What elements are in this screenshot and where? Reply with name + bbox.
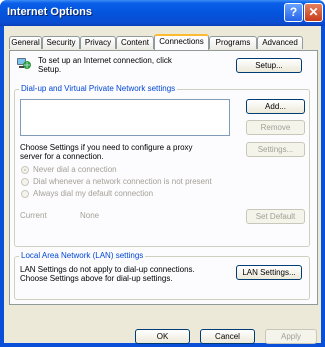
internet-options-window: Internet Options ? ✕ General Security Pr… — [0, 0, 325, 347]
tab-advanced[interactable]: Advanced — [257, 36, 303, 49]
tab-privacy[interactable]: Privacy — [80, 36, 116, 49]
current-value: None — [80, 211, 100, 220]
dial-whenever-label: Dial whenever a network connection is no… — [33, 177, 212, 186]
always-dial-label: Always dial my default connection — [33, 189, 154, 198]
connections-list[interactable] — [20, 99, 230, 136]
connections-panel: To set up an Internet connection, click … — [9, 50, 318, 305]
set-default-button[interactable]: Set Default — [246, 209, 305, 224]
remove-button[interactable]: Remove — [246, 120, 305, 135]
setup-text-line1: To set up an Internet connection, click — [38, 56, 172, 65]
setup-text-line2: Setup. — [38, 65, 62, 74]
help-button[interactable]: ? — [284, 3, 303, 22]
lan-text-line2: Choose Settings above for dial-up settin… — [20, 274, 173, 283]
never-dial-label: Never dial a connection — [33, 165, 117, 174]
tab-general[interactable]: General — [9, 36, 42, 49]
title-bar[interactable]: Internet Options ? ✕ — [0, 0, 325, 26]
close-button[interactable]: ✕ — [304, 3, 323, 22]
ok-button[interactable]: OK — [135, 329, 190, 344]
tab-security[interactable]: Security — [42, 36, 80, 49]
setup-button[interactable]: Setup... — [236, 58, 302, 73]
tab-connections[interactable]: Connections — [154, 34, 209, 50]
apply-button[interactable]: Apply — [265, 329, 317, 344]
internet-connection-icon — [16, 55, 32, 71]
proxy-text-line1: Choose Settings if you need to configure… — [20, 143, 193, 152]
current-label: Current — [20, 211, 47, 220]
dialog-body: General Security Privacy Content Connect… — [4, 26, 321, 344]
window-title: Internet Options — [7, 6, 92, 18]
add-button[interactable]: Add... — [246, 99, 305, 114]
cancel-button[interactable]: Cancel — [200, 329, 255, 344]
lan-group-label: Local Area Network (LAN) settings — [19, 251, 146, 260]
lan-text-line1: LAN Settings do not apply to dial-up con… — [20, 265, 195, 274]
settings-button[interactable]: Settings... — [246, 142, 305, 157]
tab-content[interactable]: Content — [116, 36, 154, 49]
dial-whenever-radio[interactable] — [21, 178, 29, 186]
always-dial-radio[interactable] — [21, 190, 29, 198]
lan-settings-button[interactable]: LAN Settings... — [236, 265, 302, 280]
dialup-group-label: Dial-up and Virtual Private Network sett… — [19, 84, 178, 93]
tab-programs[interactable]: Programs — [209, 36, 257, 49]
never-dial-radio[interactable] — [21, 166, 29, 174]
proxy-text-line2: server for a connection. — [20, 152, 104, 161]
